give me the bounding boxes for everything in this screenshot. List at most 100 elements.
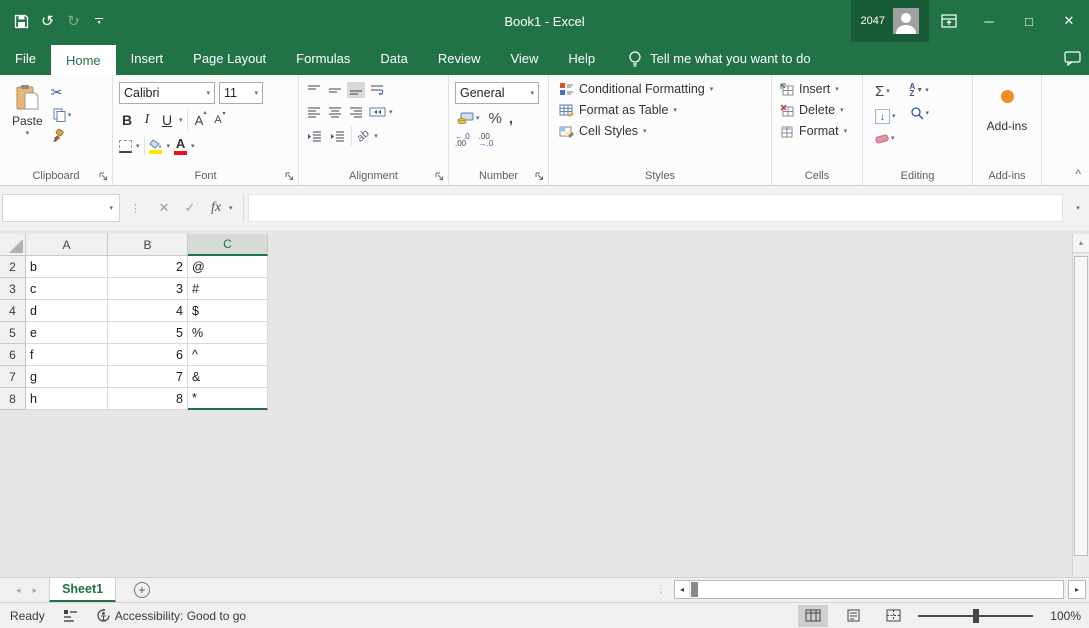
cell-c5[interactable]: %: [188, 322, 268, 344]
align-bottom-button[interactable]: [347, 82, 365, 98]
align-left-button[interactable]: [305, 104, 323, 120]
cell-b3[interactable]: 3: [108, 278, 188, 300]
decrease-decimal-button[interactable]: .00→.0: [479, 133, 494, 147]
cell-c2[interactable]: @: [188, 256, 268, 278]
select-all-corner[interactable]: [0, 234, 26, 256]
accounting-format-button[interactable]: ▾: [455, 111, 482, 126]
align-center-button[interactable]: [326, 104, 344, 120]
cell-b5[interactable]: 5: [108, 322, 188, 344]
increase-decimal-button[interactable]: ←.0.00: [455, 133, 470, 147]
fill-color-dropdown-icon[interactable]: ▾: [167, 143, 171, 150]
italic-button[interactable]: I: [139, 112, 155, 128]
scroll-left-icon[interactable]: ◂: [675, 581, 690, 598]
scroll-up-icon[interactable]: ▲: [1073, 234, 1089, 253]
conditional-formatting-button[interactable]: Conditional Formatting ▾: [559, 82, 765, 96]
horizontal-scrollbar-thumb[interactable]: [691, 582, 698, 597]
formula-bar-drag-handle[interactable]: ⋮: [130, 202, 141, 215]
cell-c4[interactable]: $: [188, 300, 268, 322]
clipboard-dialog-launcher[interactable]: [99, 172, 108, 181]
number-format-select[interactable]: General▾: [455, 82, 539, 104]
tab-view[interactable]: View: [495, 42, 553, 75]
fill-button[interactable]: ↓▾: [873, 108, 898, 125]
macro-record-button[interactable]: [63, 609, 78, 622]
tell-me-box[interactable]: Tell me what you want to do: [628, 42, 810, 75]
copy-button[interactable]: ▾: [51, 107, 74, 123]
increase-font-size-button[interactable]: A▴: [192, 113, 207, 128]
cell-a6[interactable]: f: [26, 344, 108, 366]
borders-icon[interactable]: [119, 140, 132, 153]
cell-b6[interactable]: 6: [108, 344, 188, 366]
cell-a8[interactable]: h: [26, 388, 108, 410]
align-top-button[interactable]: [305, 82, 323, 98]
horizontal-scrollbar[interactable]: ◂: [674, 580, 1064, 599]
wrap-text-button[interactable]: [368, 82, 386, 98]
format-as-table-button[interactable]: Format as Table ▾: [559, 103, 765, 117]
paste-button[interactable]: Paste ▾: [12, 82, 43, 163]
maximize-button[interactable]: □: [1009, 0, 1049, 42]
font-size-select[interactable]: 11▾: [219, 82, 263, 104]
bold-button[interactable]: B: [119, 112, 135, 128]
vertical-scrollbar-thumb[interactable]: [1074, 256, 1088, 556]
cell-b4[interactable]: 4: [108, 300, 188, 322]
comments-button[interactable]: [1064, 42, 1081, 75]
orientation-dropdown-icon[interactable]: ▾: [374, 133, 378, 140]
underline-button[interactable]: U: [159, 112, 175, 128]
accessibility-status[interactable]: Accessibility: Good to go: [96, 608, 246, 623]
tab-data[interactable]: Data: [365, 42, 422, 75]
merge-center-button[interactable]: [368, 104, 386, 120]
tab-review[interactable]: Review: [423, 42, 496, 75]
accounting-dropdown-icon[interactable]: ▾: [476, 115, 480, 122]
number-dialog-launcher[interactable]: [535, 172, 544, 181]
underline-dropdown-icon[interactable]: ▾: [179, 117, 183, 124]
cut-button[interactable]: ✂: [51, 84, 74, 101]
merge-center-dropdown-icon[interactable]: ▾: [389, 109, 393, 116]
collapse-ribbon-button[interactable]: ^: [1075, 167, 1081, 181]
page-break-preview-button[interactable]: [878, 605, 908, 627]
font-dialog-launcher[interactable]: [285, 172, 294, 181]
font-color-button[interactable]: A: [174, 137, 187, 155]
cell-c3[interactable]: #: [188, 278, 268, 300]
copy-dropdown-icon[interactable]: ▾: [68, 112, 72, 119]
fill-color-button[interactable]: [149, 139, 163, 154]
row-header[interactable]: 5: [0, 322, 26, 344]
save-icon[interactable]: [14, 14, 29, 29]
comma-style-button[interactable]: ,: [509, 110, 513, 127]
cell-c7[interactable]: &: [188, 366, 268, 388]
sheet-nav-left-icon[interactable]: ◂: [16, 585, 21, 596]
row-header[interactable]: 3: [0, 278, 26, 300]
name-box-dropdown-icon[interactable]: ▾: [109, 205, 113, 212]
tab-file[interactable]: File: [0, 42, 51, 75]
undo-dropdown-icon[interactable]: ▾: [50, 17, 54, 25]
cell-b8[interactable]: 8: [108, 388, 188, 410]
scrollbar-resize-handle[interactable]: ⋮: [656, 584, 666, 595]
cell-a5[interactable]: e: [26, 322, 108, 344]
autosum-button[interactable]: Σ▾: [873, 82, 898, 101]
insert-cells-button[interactable]: Insert ▾: [780, 82, 856, 96]
borders-dropdown-icon[interactable]: ▾: [136, 143, 140, 150]
decrease-indent-button[interactable]: [305, 128, 323, 144]
page-layout-view-button[interactable]: [838, 605, 868, 627]
cell-a2[interactable]: b: [26, 256, 108, 278]
format-cells-button[interactable]: Format ▾: [780, 124, 856, 138]
insert-function-dropdown-icon[interactable]: ▾: [229, 205, 233, 212]
column-header-c[interactable]: C: [188, 234, 268, 256]
decrease-font-size-button[interactable]: A▾: [211, 114, 226, 126]
column-header-b[interactable]: B: [108, 234, 188, 256]
zoom-slider[interactable]: [918, 608, 1033, 624]
addins-button[interactable]: Add-ins: [987, 82, 1028, 163]
percent-style-button[interactable]: %: [489, 110, 502, 127]
cell-b7[interactable]: 7: [108, 366, 188, 388]
find-select-button[interactable]: ▾: [908, 105, 932, 121]
cell-c6[interactable]: ^: [188, 344, 268, 366]
paste-dropdown-icon[interactable]: ▾: [26, 130, 30, 137]
delete-cells-button[interactable]: Delete ▾: [780, 103, 856, 117]
tab-formulas[interactable]: Formulas: [281, 42, 365, 75]
row-header[interactable]: 4: [0, 300, 26, 322]
row-header[interactable]: 8: [0, 388, 26, 410]
cell-styles-button[interactable]: Cell Styles ▾: [559, 124, 765, 138]
sheet-tab-sheet1[interactable]: Sheet1: [49, 578, 116, 602]
tab-page-layout[interactable]: Page Layout: [178, 42, 281, 75]
cell-a7[interactable]: g: [26, 366, 108, 388]
row-header[interactable]: 2: [0, 256, 26, 278]
vertical-scrollbar[interactable]: ▲: [1072, 234, 1089, 577]
